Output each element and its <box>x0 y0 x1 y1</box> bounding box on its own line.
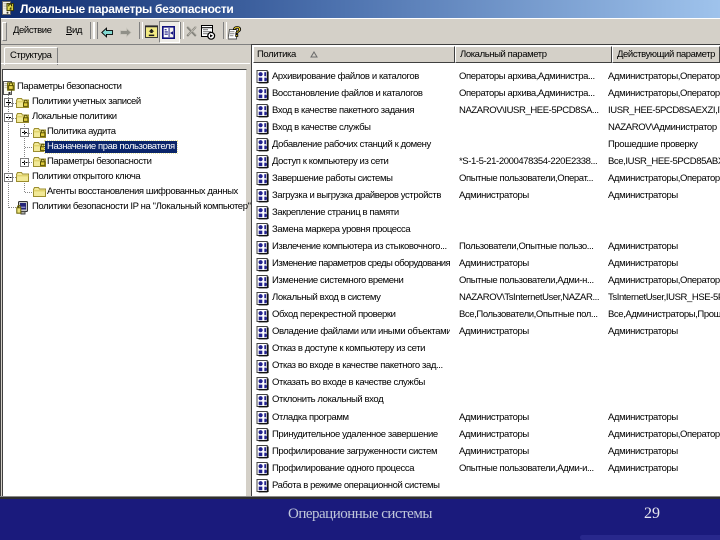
svg-text:?: ? <box>233 25 242 40</box>
